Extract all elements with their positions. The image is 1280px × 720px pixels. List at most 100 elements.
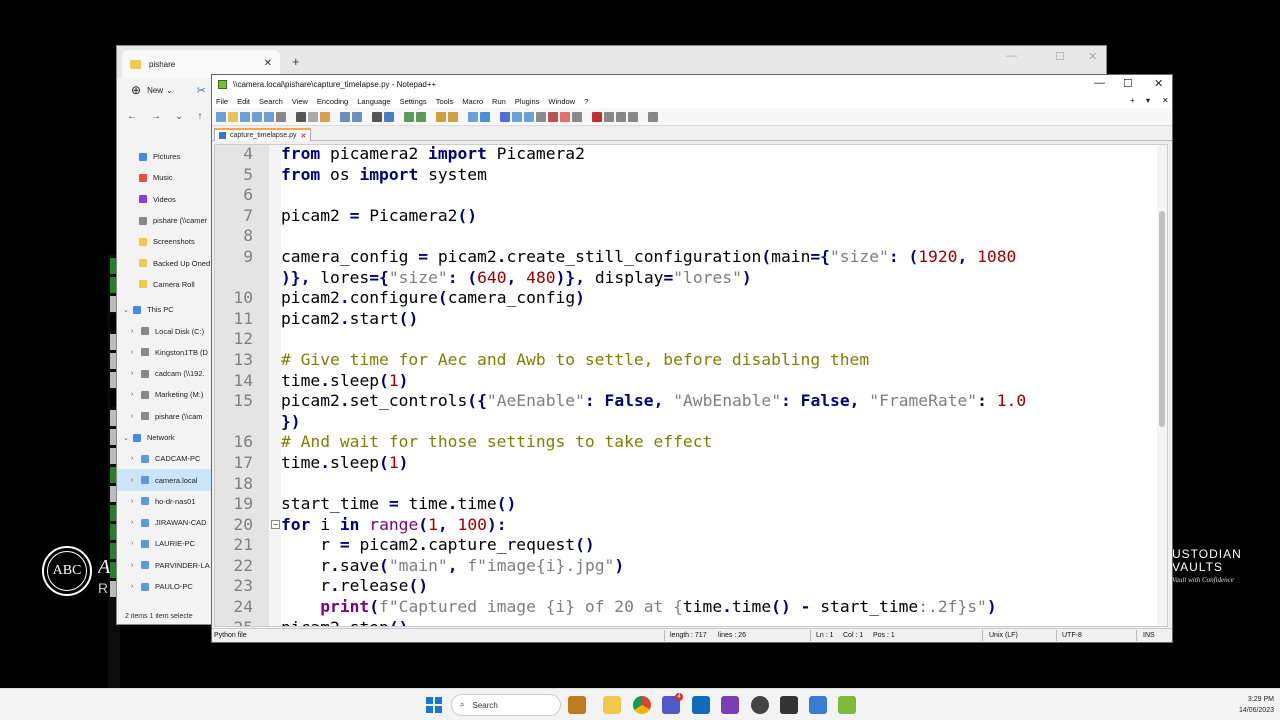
chevron-right-icon[interactable]: › bbox=[131, 328, 141, 335]
sidebar-item-drive[interactable]: › pishare (\\cam bbox=[117, 406, 212, 427]
chevron-right-icon[interactable]: › bbox=[131, 583, 141, 590]
scrollbar-thumb[interactable] bbox=[1159, 211, 1165, 427]
menu-item[interactable]: Settings bbox=[400, 97, 427, 106]
sidebar-item-network-pc[interactable]: › ho-dr-nas01 bbox=[117, 491, 212, 512]
close-icon[interactable]: ✕ bbox=[1088, 50, 1097, 63]
menu-item[interactable]: Language bbox=[357, 97, 390, 106]
toolbar-button-icon[interactable] bbox=[512, 111, 522, 122]
menu-item[interactable]: Edit bbox=[237, 97, 250, 106]
visual-studio-app-icon[interactable] bbox=[721, 696, 739, 714]
sidebar-item[interactable]: Backed Up Oned bbox=[117, 252, 212, 273]
chevron-down-icon[interactable]: ⌄ bbox=[123, 306, 133, 314]
sidebar-item-drive[interactable]: › Local Disk (C:) bbox=[117, 320, 212, 341]
toolbar-button-icon[interactable] bbox=[592, 111, 602, 122]
menu-item[interactable]: Window bbox=[548, 97, 575, 106]
toolbar-button-icon[interactable] bbox=[500, 111, 510, 122]
chevron-right-icon[interactable]: › bbox=[131, 455, 141, 462]
chrome-app-icon[interactable] bbox=[633, 696, 651, 714]
sidebar-item-network-pc[interactable]: › camera.local bbox=[117, 469, 212, 491]
maximize-icon[interactable]: ☐ bbox=[1055, 50, 1065, 63]
up-arrow-icon[interactable]: ↑ bbox=[197, 111, 202, 122]
menu-item[interactable]: Run bbox=[492, 97, 506, 106]
close-icon[interactable]: ✕ bbox=[1154, 77, 1163, 90]
chevron-right-icon[interactable]: › bbox=[131, 413, 141, 420]
chevron-right-icon[interactable]: › bbox=[131, 349, 141, 356]
toolbar-button-icon[interactable] bbox=[604, 111, 614, 122]
sidebar-item[interactable]: Camera Roll bbox=[117, 274, 212, 295]
sidebar-item-network-pc[interactable]: › CADCAM-PC bbox=[117, 448, 212, 469]
taskbar-search[interactable]: ⌕ Search bbox=[451, 694, 561, 716]
sidebar-item-drive[interactable]: › Kingston1TB (D bbox=[117, 342, 212, 363]
chevron-right-icon[interactable]: › bbox=[131, 477, 141, 484]
cut-icon[interactable]: ✂ bbox=[197, 84, 206, 97]
toolbar-button-icon[interactable] bbox=[308, 111, 318, 122]
sidebar-item[interactable]: Videos bbox=[117, 189, 212, 210]
chevron-right-icon[interactable]: › bbox=[131, 498, 141, 505]
toolbar-button-icon[interactable] bbox=[352, 111, 362, 122]
npp-file-tab[interactable]: capture_timelapse.py ✕ bbox=[214, 128, 312, 141]
toolbar-button-icon[interactable] bbox=[252, 111, 262, 122]
close-tab-icon[interactable]: ✕ bbox=[301, 132, 307, 140]
dropdown-arrow-icon[interactable]: ▾ bbox=[1146, 96, 1150, 105]
sidebar-item[interactable]: Screenshots bbox=[117, 231, 212, 252]
sidebar-item-network-pc[interactable]: › PARVINDER-LA bbox=[117, 555, 212, 576]
toolbar-button-icon[interactable] bbox=[340, 111, 350, 122]
menu-item[interactable]: File bbox=[216, 97, 228, 106]
toolbar-button-icon[interactable] bbox=[404, 111, 414, 122]
recent-chevron-icon[interactable]: ⌄ bbox=[175, 111, 183, 122]
toolbar-button-icon[interactable] bbox=[384, 111, 394, 122]
minimize-icon[interactable]: — bbox=[1094, 77, 1105, 89]
notepadpp-app-icon[interactable] bbox=[838, 696, 856, 714]
code-editor[interactable]: 4 from picamera2 import Picamera2 5 from o… bbox=[214, 144, 1168, 627]
toolbar-button-icon[interactable] bbox=[628, 111, 638, 122]
toolbar-button-icon[interactable] bbox=[448, 111, 458, 122]
sidebar-item-network[interactable]: ⌄ Network bbox=[117, 427, 212, 448]
toolbar-button-icon[interactable] bbox=[240, 111, 250, 122]
toolbar-button-icon[interactable] bbox=[320, 111, 330, 122]
toolbar-button-icon[interactable] bbox=[436, 111, 446, 122]
sidebar-item[interactable]: Pictures bbox=[117, 146, 212, 167]
app-m-icon[interactable] bbox=[780, 696, 798, 714]
menu-item[interactable]: Encoding bbox=[317, 97, 348, 106]
menu-item[interactable]: Search bbox=[259, 97, 283, 106]
menu-item[interactable]: View bbox=[292, 97, 308, 106]
sidebar-item-network-pc[interactable]: › PAULO-PC bbox=[117, 576, 212, 597]
briefcase-app-icon[interactable] bbox=[568, 696, 586, 714]
sidebar-item-network-pc[interactable]: › JIRAWAN-CAD bbox=[117, 512, 212, 533]
toolbar-button-icon[interactable] bbox=[276, 111, 286, 122]
toolbar-button-icon[interactable] bbox=[572, 111, 582, 122]
sidebar-item-drive[interactable]: › Marketing (M:) bbox=[117, 384, 212, 405]
menu-item[interactable]: ? bbox=[584, 97, 588, 106]
app-icon[interactable] bbox=[751, 696, 769, 714]
maximize-icon[interactable]: ☐ bbox=[1123, 77, 1133, 90]
chevron-down-icon[interactable]: ⌄ bbox=[123, 434, 133, 442]
toolbar-button-icon[interactable] bbox=[648, 111, 658, 122]
start-button-icon[interactable] bbox=[426, 697, 442, 713]
fold-toggle-icon[interactable]: − bbox=[271, 519, 280, 529]
toolbar-button-icon[interactable] bbox=[548, 111, 558, 122]
sidebar-item-drive[interactable]: › cadcam (\\192. bbox=[117, 363, 212, 384]
toolbar-button-icon[interactable] bbox=[480, 111, 490, 122]
new-tab-icon[interactable]: + bbox=[292, 54, 300, 69]
chevron-right-icon[interactable]: › bbox=[131, 540, 141, 547]
back-arrow-icon[interactable]: ← bbox=[127, 111, 137, 122]
chevron-right-icon[interactable]: › bbox=[131, 519, 141, 526]
toolbar-button-icon[interactable] bbox=[416, 111, 426, 122]
toolbar-button-icon[interactable] bbox=[228, 111, 238, 122]
toolbar-button-icon[interactable] bbox=[468, 111, 478, 122]
sidebar-item[interactable]: pishare (\\camer bbox=[117, 210, 212, 231]
toolbar-button-icon[interactable] bbox=[264, 111, 274, 122]
menu-item[interactable]: Tools bbox=[436, 97, 454, 106]
forward-arrow-icon[interactable]: → bbox=[151, 111, 161, 122]
add-icon[interactable]: + bbox=[1130, 96, 1135, 105]
vertical-scrollbar[interactable] bbox=[1157, 145, 1167, 626]
menu-item[interactable]: Macro bbox=[462, 97, 483, 106]
toolbar-button-icon[interactable] bbox=[296, 111, 306, 122]
clock[interactable]: 3:29 PM 14/06/2023 bbox=[1239, 694, 1274, 716]
sidebar-item-this-pc[interactable]: ⌄ This PC bbox=[117, 299, 212, 320]
chevron-right-icon[interactable]: › bbox=[131, 391, 141, 398]
toolbar-button-icon[interactable] bbox=[560, 111, 570, 122]
chevron-right-icon[interactable]: › bbox=[131, 370, 141, 377]
outlook-app-icon[interactable] bbox=[692, 696, 710, 714]
sidebar-item-network-pc[interactable]: › LAURIE-PC bbox=[117, 533, 212, 554]
